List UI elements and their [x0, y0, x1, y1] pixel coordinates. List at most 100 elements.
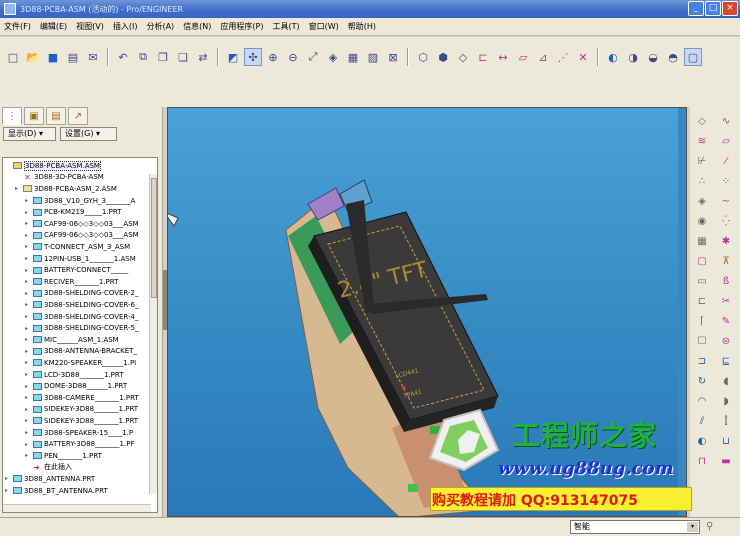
plane-icon[interactable]: ≋ — [692, 133, 712, 149]
new-icon[interactable]: □ — [4, 48, 22, 66]
expand-arrow-icon[interactable]: ▸ — [25, 394, 31, 401]
expand-arrow-icon[interactable]: ▸ — [25, 348, 31, 355]
expand-arrow-icon[interactable]: ▸ — [25, 441, 31, 448]
expand-arrow-icon[interactable]: ▸ — [25, 278, 31, 285]
expand-arrow-icon[interactable]: ▸ — [25, 267, 31, 274]
csys-tool-icon[interactable]: ⁘ — [716, 173, 736, 189]
tree-item[interactable]: ▸ 3D88-SHELDING-COVER-5_ — [25, 322, 139, 334]
tree-item[interactable]: ▸ CAF99-06◇◇3◇◇03___ASM — [25, 218, 139, 230]
model-tree-tab-icon[interactable]: ⋮ — [2, 107, 22, 125]
spin-center-icon[interactable]: ✣ — [244, 48, 262, 66]
tree-item[interactable]: ➜ 在此插入 — [25, 462, 72, 474]
analysis-icon[interactable]: ◈ — [692, 193, 712, 209]
tree-item[interactable]: 3D88-PCBA-ASM.ASM — [5, 160, 101, 172]
datum-point-icon[interactable]: ◉ — [692, 213, 712, 229]
hidden-line-icon[interactable]: ⬢ — [434, 48, 452, 66]
tree-item[interactable]: ▸ 3D88-SHELDING-COVER-4_ — [25, 311, 139, 323]
point-icon[interactable]: ∴ — [692, 173, 712, 189]
expand-arrow-icon[interactable]: ▸ — [25, 429, 31, 436]
wireframe-icon[interactable]: ⬡ — [414, 48, 432, 66]
open-icon[interactable]: 📂 — [24, 48, 42, 66]
expand-arrow-icon[interactable]: ▸ — [25, 255, 31, 262]
shaded-icon[interactable]: ▢ — [684, 48, 702, 66]
zoom-in-icon[interactable]: ⊕ — [264, 48, 282, 66]
grid-icon[interactable]: ▦ — [692, 233, 712, 249]
menu-applications[interactable]: 应用程序(P) — [220, 21, 263, 32]
orient-icon[interactable]: ◈ — [324, 48, 342, 66]
tree-item[interactable]: ▸ LCD-3D88_______1.PRT — [25, 369, 124, 381]
tree-item[interactable]: ▸ SIDEKEY-3D88_______1.PRT — [25, 415, 138, 427]
show-dropdown[interactable]: 显示(D) ▾ — [3, 127, 56, 141]
body-icon[interactable]: ß — [716, 273, 736, 289]
folder-browser-tab-icon[interactable]: ▣ — [24, 107, 44, 125]
cut-icon[interactable]: ✂ — [716, 293, 736, 309]
tree-item[interactable]: ▸ SIDEKEY-3D88_______1.PRT — [25, 404, 138, 416]
expand-arrow-icon[interactable]: ▸ — [25, 209, 31, 216]
expand-arrow-icon[interactable]: ▸ — [25, 325, 31, 332]
menu-analysis[interactable]: 分析(A) — [146, 21, 174, 32]
zoom-out-icon[interactable]: ⊖ — [284, 48, 302, 66]
curve-icon[interactable]: ⁄ — [716, 153, 736, 169]
maximize-button[interactable]: □ — [705, 1, 721, 16]
tree-item[interactable]: ✕ 3D88-3D-PCBA-ASM — [15, 172, 104, 184]
expand-arrow-icon[interactable]: ▸ — [25, 336, 31, 343]
tree-item[interactable]: ▸ KM220-SPEAKER______1.PI — [25, 357, 136, 369]
edit-icon[interactable]: ✎ — [716, 313, 736, 329]
menu-file[interactable]: 文件(F) — [4, 21, 31, 32]
repaint-icon[interactable]: ◩ — [224, 48, 242, 66]
datum-curve-icon[interactable]: ∼ — [716, 193, 736, 209]
menu-help[interactable]: 帮助(H) — [348, 21, 376, 32]
sketch-icon[interactable]: ◇ — [692, 113, 712, 129]
menu-info[interactable]: 信息(N) — [183, 21, 211, 32]
tree-item[interactable]: ▸ 3D88-CAMERE_______1.PRT — [25, 392, 139, 404]
spin-center-toggle-icon[interactable]: ✕ — [574, 48, 592, 66]
axis-icon[interactable]: ⊬ — [692, 153, 712, 169]
shading-icon[interactable]: ◑ — [624, 48, 642, 66]
minimize-button[interactable]: _ — [688, 1, 704, 16]
tree-hscrollbar[interactable] — [3, 504, 151, 512]
fill-icon[interactable]: ◐ — [692, 433, 712, 449]
hidden-edges-icon[interactable]: ◓ — [664, 48, 682, 66]
select-icon[interactable]: ▢ — [692, 253, 712, 269]
annotation-icon[interactable]: ⋰ — [554, 48, 572, 66]
expand-arrow-icon[interactable]: ▸ — [25, 197, 31, 204]
datum-plane-icon[interactable]: ▱ — [716, 133, 736, 149]
tree-item[interactable]: ▸ 3D88-SPEAKER-15____1.P — [25, 427, 133, 439]
expand-arrow-icon[interactable]: ▸ — [25, 290, 31, 297]
expand-arrow-icon[interactable]: ▸ — [25, 371, 31, 378]
layers-icon[interactable]: ▨ — [364, 48, 382, 66]
expand-arrow-icon[interactable]: ▸ — [5, 475, 11, 482]
email-icon[interactable]: ✉ — [84, 48, 102, 66]
cross-icon[interactable]: ✱ — [716, 233, 736, 249]
tree-item[interactable]: ▸ RECIVER_______1.PRT — [25, 276, 118, 288]
tree-vscrollbar[interactable] — [149, 174, 157, 494]
tree-item[interactable]: ▸ 12PIN-USB_1_______1.ASM — [25, 253, 136, 265]
expand-arrow-icon[interactable]: ▸ — [15, 185, 21, 192]
tree-item[interactable]: ▸ 3D88-SHELDING-COVER-6_ — [25, 299, 139, 311]
expand-arrow-icon[interactable]: ▸ — [25, 452, 31, 459]
rib-icon[interactable]: ↻ — [692, 373, 712, 389]
copy-icon[interactable]: ❐ — [154, 48, 172, 66]
undo-icon[interactable]: ↶ — [114, 48, 132, 66]
menu-window[interactable]: 窗口(W) — [309, 21, 339, 32]
expand-arrow-icon[interactable]: ▸ — [25, 383, 31, 390]
boundary-icon[interactable]: ⊓ — [692, 453, 712, 469]
tree-item[interactable]: ▸ MIC______ASM_1.ASM — [25, 334, 119, 346]
menu-view[interactable]: 视图(V) — [76, 21, 104, 32]
redo-icon[interactable]: ⧉ — [134, 48, 152, 66]
expand-arrow-icon[interactable]: ▸ — [25, 301, 31, 308]
expand-arrow-icon[interactable]: ▸ — [25, 243, 31, 250]
datum-planes-icon[interactable]: ⊏ — [474, 48, 492, 66]
menu-tools[interactable]: 工具(T) — [273, 21, 300, 32]
menu-edit[interactable]: 编辑(E) — [40, 21, 67, 32]
tree-item[interactable]: ▸ PEN_______1.PRT — [25, 450, 102, 462]
tree-item[interactable]: ▸ 3D88-SHELDING-COVER-2_ — [25, 288, 139, 300]
tree-item[interactable]: ▸ 3D88-PCBA-ASM_2.ASM — [15, 183, 117, 195]
tree-item[interactable]: ▸ 3D88_ANTENNA.PRT — [5, 473, 95, 485]
datum-axes-icon[interactable]: ↔ — [494, 48, 512, 66]
graphics-viewport[interactable]: 2.4" TFT LCD441 TPA41 — [167, 107, 687, 517]
csys-icon[interactable]: ⊿ — [534, 48, 552, 66]
draft-icon[interactable]: ◖ — [716, 373, 736, 389]
revolve-icon[interactable]: ⊏ — [692, 293, 712, 309]
round-icon[interactable]: ◠ — [692, 393, 712, 409]
